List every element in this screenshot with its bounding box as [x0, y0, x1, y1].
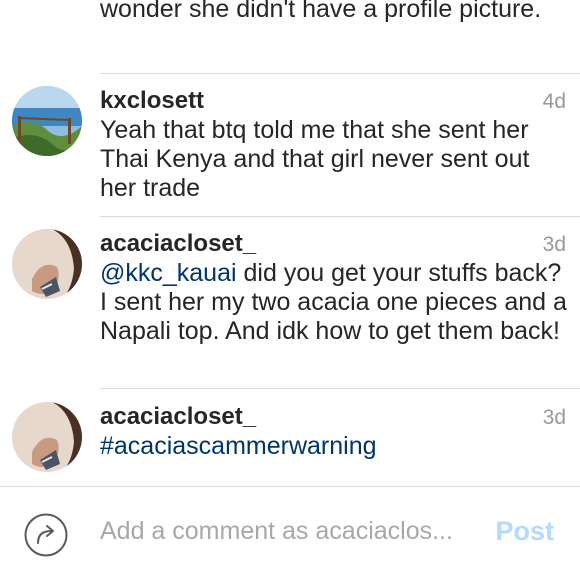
comment-divider: [100, 73, 580, 74]
comment-text: #acaciascammerwarning: [100, 432, 568, 461]
comment-input[interactable]: [100, 517, 460, 546]
comment-timestamp: 3d: [542, 233, 566, 256]
comment-divider: [100, 388, 580, 389]
comment-item: kxclosett 4d Yeah that btq told me that …: [0, 86, 580, 216]
comment-timestamp: 3d: [542, 406, 566, 429]
avatar-image: [12, 402, 82, 472]
hashtag-link[interactable]: #acaciascammerwarning: [100, 432, 377, 460]
comment-username[interactable]: acaciacloset_: [100, 402, 256, 432]
mention-link[interactable]: @kkc_kauai: [100, 259, 237, 287]
avatar-kxclosett[interactable]: [12, 86, 82, 156]
avatar-acaciacloset[interactable]: [12, 402, 82, 472]
comment-composer: Post: [0, 487, 580, 580]
avatar-acaciacloset[interactable]: [12, 229, 82, 299]
reply-arrow-icon[interactable]: [24, 513, 68, 557]
comment-text: Yeah that btq told me that she sent her …: [100, 116, 530, 202]
partial-comment-text: wonder she didn't have a profile picture…: [100, 0, 542, 23]
comment-text: @kkc_kauai did you get your stuffs back?…: [100, 259, 568, 346]
avatar-image: [12, 86, 82, 156]
comment-username[interactable]: kxclosett: [100, 86, 204, 116]
comment-divider: [100, 216, 580, 217]
comments-feed[interactable]: wonder she didn't have a profile picture…: [0, 0, 580, 486]
comment-timestamp: 4d: [542, 90, 566, 113]
comment-item: acaciacloset_ 3d #acaciascammerwarning: [0, 402, 580, 486]
comment-item: acaciacloset_ 3d @kkc_kauai did you get …: [0, 229, 580, 389]
comment-username[interactable]: acaciacloset_: [100, 229, 256, 259]
post-button[interactable]: Post: [495, 515, 554, 547]
avatar-image: [12, 229, 82, 299]
